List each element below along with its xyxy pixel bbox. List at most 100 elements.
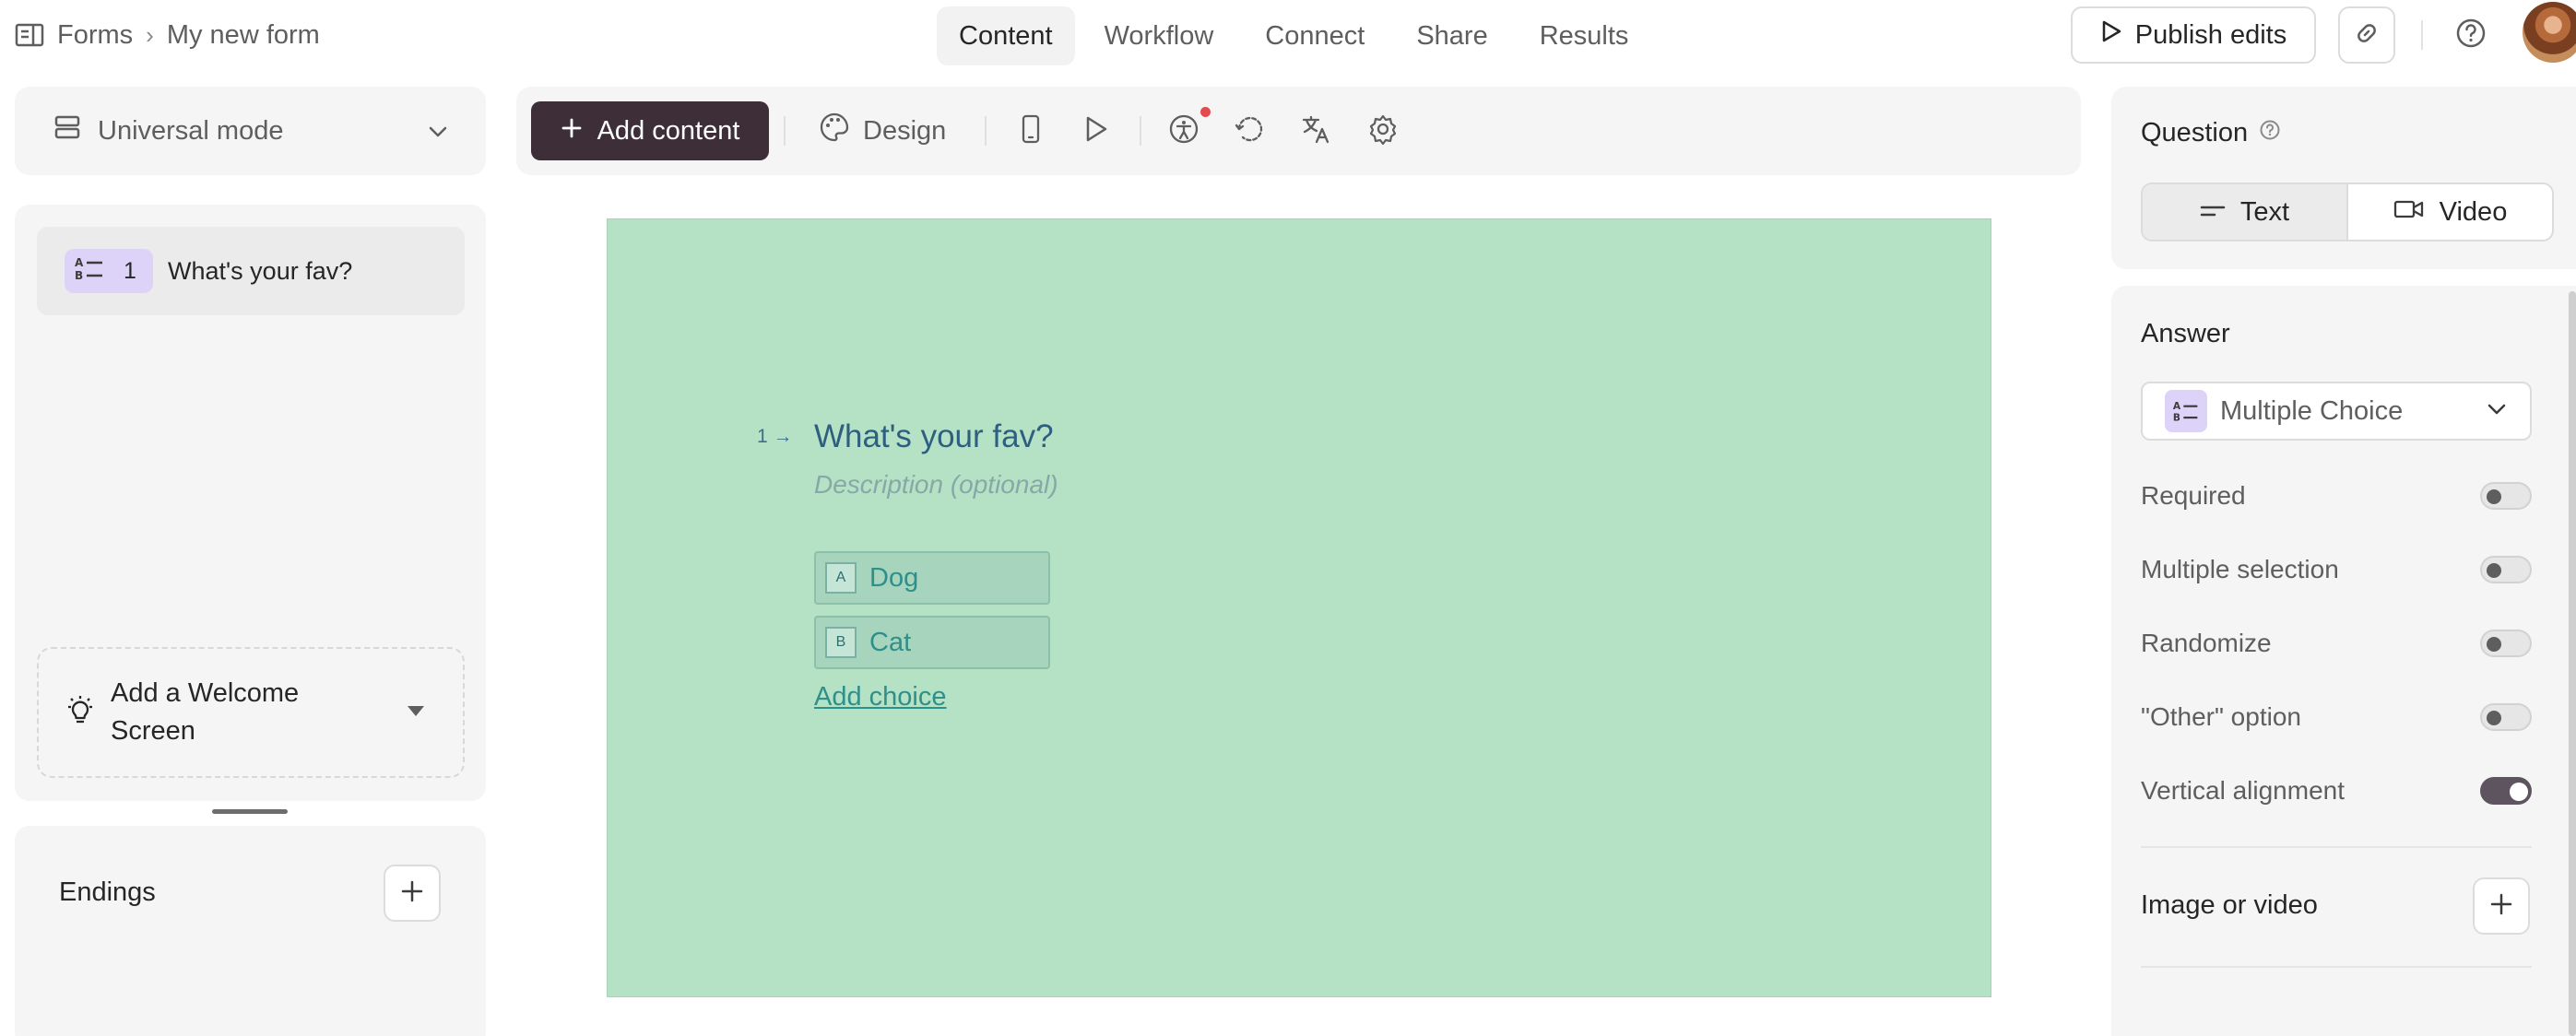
- forms-icon[interactable]: [15, 22, 44, 48]
- setting-required: Required: [2141, 477, 2532, 514]
- answer-settings-panel: Answer AB Multiple Choice Required Multi…: [2111, 286, 2576, 1036]
- text-option[interactable]: Text: [2143, 184, 2348, 240]
- arrow-right-icon: →: [773, 426, 793, 447]
- gear-icon: [1367, 113, 1399, 149]
- setting-label: Randomize: [2141, 629, 2272, 657]
- notification-dot: [1200, 107, 1211, 117]
- tab-content[interactable]: Content: [937, 6, 1075, 65]
- divider: [1140, 116, 1141, 146]
- question-number: 1: [757, 426, 768, 447]
- answer-type-label: Multiple Choice: [2220, 395, 2404, 426]
- question-format-toggle: Text Video: [2141, 182, 2554, 241]
- list-item[interactable]: AB 1 What's your fav?: [37, 227, 465, 315]
- question-number: 1: [124, 257, 136, 284]
- other-option-toggle[interactable]: [2480, 703, 2532, 731]
- mode-selector[interactable]: Universal mode: [15, 87, 486, 175]
- history-button[interactable]: [1234, 114, 1267, 147]
- setting-other-option: "Other" option: [2141, 699, 2532, 736]
- svg-text:A: A: [2173, 401, 2181, 412]
- main-tabs: Content Workflow Connect Share Results: [937, 6, 1658, 65]
- svg-text:A: A: [75, 256, 84, 269]
- multiple-choice-icon: AB: [2165, 390, 2207, 432]
- chevron-right-icon: ›: [146, 20, 154, 49]
- setting-label: "Other" option: [2141, 702, 2301, 731]
- plus-icon: [2489, 892, 2513, 921]
- breadcrumb-forms[interactable]: Forms: [57, 20, 133, 51]
- settings-button[interactable]: [1366, 114, 1400, 147]
- description-input[interactable]: Description (optional): [814, 470, 1058, 500]
- video-option-label: Video: [2439, 196, 2508, 227]
- add-choice-link[interactable]: Add choice: [814, 682, 947, 712]
- copy-link-button[interactable]: [2338, 6, 2395, 64]
- breadcrumb: Forms › My new form: [15, 17, 320, 53]
- question-heading: Question: [2141, 118, 2281, 148]
- play-outline-icon: [2100, 19, 2122, 51]
- help-circle-icon[interactable]: [2259, 118, 2281, 148]
- avatar[interactable]: [2523, 2, 2576, 63]
- publish-edits-button[interactable]: Publish edits: [2071, 6, 2316, 64]
- design-button[interactable]: Design: [819, 101, 946, 160]
- tab-results[interactable]: Results: [1518, 6, 1651, 65]
- video-camera-icon: [2393, 197, 2425, 228]
- publish-label: Publish edits: [2134, 19, 2287, 50]
- required-toggle[interactable]: [2480, 482, 2532, 510]
- multiple-selection-toggle[interactable]: [2480, 556, 2532, 583]
- translate-button[interactable]: [1300, 114, 1333, 147]
- svg-text:B: B: [2173, 413, 2180, 424]
- add-content-label: Add content: [597, 115, 740, 146]
- history-icon: [1234, 112, 1267, 150]
- endings-title: Endings: [59, 877, 156, 907]
- question-title-input[interactable]: What's your fav?: [814, 418, 1054, 455]
- add-content-button[interactable]: Add content: [531, 101, 769, 160]
- mobile-preview-button[interactable]: [1014, 114, 1047, 147]
- plus-icon: [561, 116, 583, 147]
- scrollbar[interactable]: [2569, 291, 2576, 1036]
- question-title: What's your fav?: [168, 256, 353, 285]
- answer-title: Answer: [2141, 319, 2230, 348]
- answer-type-select[interactable]: AB Multiple Choice: [2141, 382, 2532, 441]
- accessibility-button[interactable]: [1167, 114, 1200, 147]
- form-canvas[interactable]: 1 → What's your fav? Description (option…: [607, 218, 1991, 997]
- question-panel-title: Question: [2141, 118, 2249, 147]
- translate-icon: [1301, 113, 1332, 149]
- plus-icon: [400, 879, 424, 908]
- video-option[interactable]: Video: [2348, 184, 2552, 240]
- endings-panel: Endings: [15, 826, 486, 1036]
- setting-label: Required: [2141, 481, 2246, 510]
- tab-connect[interactable]: Connect: [1243, 6, 1387, 65]
- mode-label: Universal mode: [98, 115, 284, 146]
- add-media-button[interactable]: [2473, 877, 2530, 935]
- divider: [2421, 20, 2423, 50]
- help-circle-icon: [2455, 18, 2487, 53]
- top-bar: Forms › My new form Content Workflow Con…: [0, 0, 2576, 70]
- chevron-down-icon: [427, 116, 449, 147]
- randomize-toggle[interactable]: [2480, 630, 2532, 657]
- divider: [784, 116, 786, 146]
- divider: [2141, 846, 2532, 848]
- caret-down-icon[interactable]: [408, 706, 424, 716]
- tab-share[interactable]: Share: [1394, 6, 1509, 65]
- vertical-alignment-toggle[interactable]: [2480, 777, 2532, 805]
- choice-key: A: [825, 562, 857, 594]
- question-settings-panel: Question Text Video: [2111, 87, 2576, 269]
- choice-key: B: [825, 627, 857, 658]
- add-ending-button[interactable]: [384, 865, 441, 922]
- text-option-label: Text: [2239, 196, 2290, 227]
- choice-option[interactable]: A Dog: [814, 551, 1050, 605]
- choice-label: Cat: [869, 627, 912, 657]
- choice-label: Dog: [869, 562, 919, 593]
- add-welcome-screen-button[interactable]: Add a Welcome Screen: [37, 647, 465, 778]
- svg-text:B: B: [75, 269, 83, 282]
- question-type-badge: AB 1: [65, 249, 153, 293]
- panel-resize-handle[interactable]: [212, 809, 288, 814]
- phone-icon: [1020, 114, 1042, 148]
- welcome-label: Add a Welcome Screen: [111, 678, 300, 746]
- choice-option[interactable]: B Cat: [814, 616, 1050, 669]
- help-button[interactable]: [2452, 17, 2489, 53]
- lightbulb-icon: [65, 694, 96, 732]
- link-icon: [2353, 19, 2381, 52]
- divider: [2141, 966, 2532, 968]
- breadcrumb-form-name[interactable]: My new form: [167, 20, 320, 51]
- preview-play-button[interactable]: [1079, 114, 1112, 147]
- tab-workflow[interactable]: Workflow: [1082, 6, 1236, 65]
